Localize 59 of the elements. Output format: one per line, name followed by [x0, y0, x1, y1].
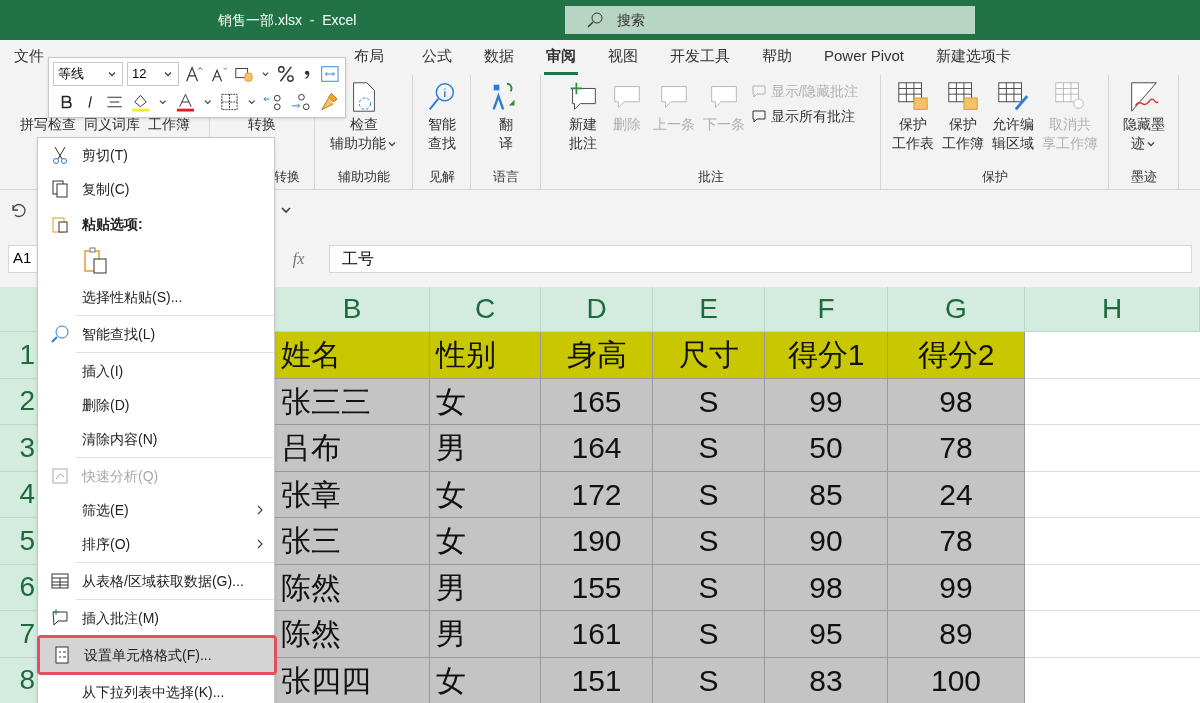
- table-cell: 99: [765, 378, 888, 425]
- table-cell: 78: [888, 425, 1025, 472]
- table-cell: S: [653, 518, 765, 565]
- table-cell: 陈然: [275, 564, 430, 611]
- table-cell: 张三三: [275, 378, 430, 425]
- group-label: 墨迹: [1130, 168, 1157, 187]
- table-cell: 100: [888, 657, 1025, 703]
- table-cell: 24: [888, 471, 1025, 518]
- table-cell: 89: [888, 611, 1025, 658]
- table-cell: 98: [765, 564, 888, 611]
- table-cell: 151: [541, 657, 653, 703]
- table-cell: 90: [765, 518, 888, 565]
- table-cell: 得分1: [765, 332, 888, 379]
- window-title: 销售一部.xlsx - Excel: [218, 10, 358, 30]
- table-cell: 身高: [541, 332, 653, 379]
- font-size-value: 12: [131, 65, 147, 84]
- table-cell: 161: [541, 611, 653, 658]
- table-cell: 女: [430, 471, 541, 518]
- group-label: 批注: [697, 168, 724, 187]
- table-cell: 164: [541, 425, 653, 472]
- table-cell: 女: [430, 657, 541, 703]
- table-cell: S: [653, 564, 765, 611]
- table-cell: 姓名: [275, 332, 430, 379]
- table-cell: 张三: [275, 518, 430, 565]
- table-cell: 吕布: [275, 425, 430, 472]
- table-cell: 张章: [275, 471, 430, 518]
- table-cell: 男: [430, 425, 541, 472]
- table-cell: 男: [430, 611, 541, 658]
- table-cell: 99: [888, 564, 1025, 611]
- table-cell: S: [653, 611, 765, 658]
- table-cell: 女: [430, 378, 541, 425]
- table-cell: 98: [888, 378, 1025, 425]
- table-cell: 50: [765, 425, 888, 472]
- table-cell: 男: [430, 564, 541, 611]
- paste-options-heading: 粘贴选项:: [82, 214, 143, 234]
- table-cell: 190: [541, 518, 653, 565]
- table-cell: 95: [765, 611, 888, 658]
- table-cell: 172: [541, 471, 653, 518]
- group-label: 见解: [428, 168, 455, 187]
- table-cell: 尺寸: [653, 332, 765, 379]
- table-cell: S: [653, 425, 765, 472]
- group-label: 转换: [274, 168, 300, 187]
- font-value: 等线: [58, 65, 84, 84]
- table-cell: 78: [888, 518, 1025, 565]
- table-cell: 83: [765, 657, 888, 703]
- group-label: 辅助功能: [337, 168, 390, 187]
- group-label: 保护: [981, 168, 1008, 187]
- table-cell: 85: [765, 471, 888, 518]
- table-cell: 陈然: [275, 611, 430, 658]
- table-cell: S: [653, 657, 765, 703]
- table-cell: S: [653, 378, 765, 425]
- table-cell: S: [653, 471, 765, 518]
- table-cell: 女: [430, 518, 541, 565]
- table-cell: 165: [541, 378, 653, 425]
- table-cell: 155: [541, 564, 653, 611]
- table-cell: 得分2: [888, 332, 1025, 379]
- table-cell: 张四四: [275, 657, 430, 703]
- table-cell: 性别: [430, 332, 541, 379]
- group-label: 语言: [492, 168, 519, 187]
